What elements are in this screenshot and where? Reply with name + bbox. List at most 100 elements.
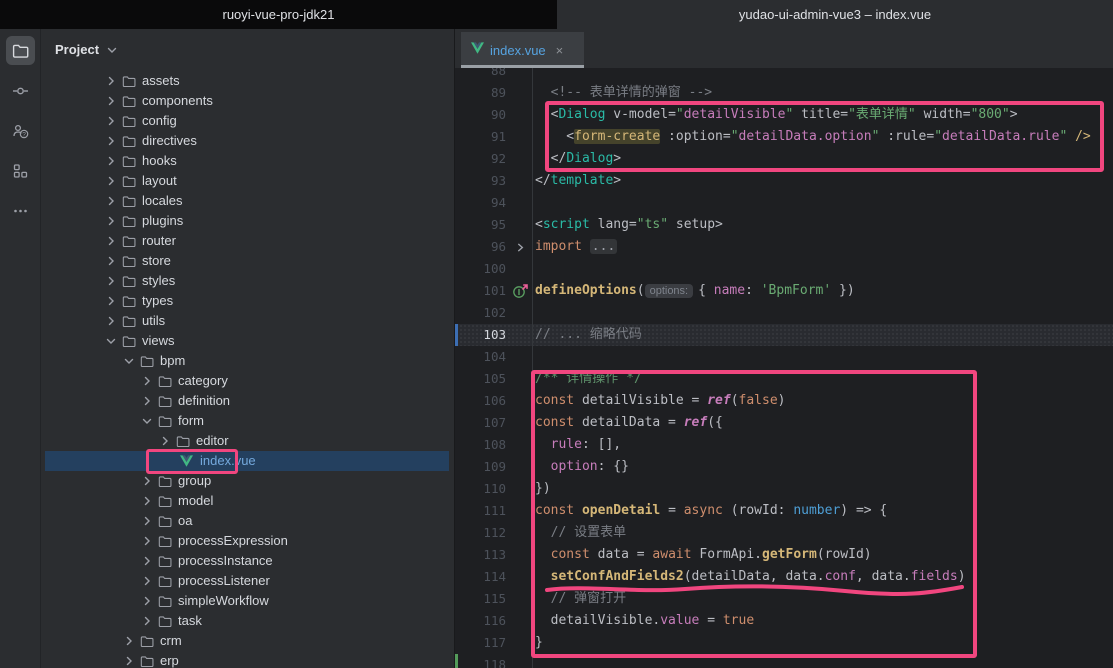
tab-index-vue[interactable]: index.vue × xyxy=(461,32,584,68)
chevron-right-icon[interactable] xyxy=(156,433,174,449)
chevron-right-icon[interactable] xyxy=(120,653,138,668)
code-line-118[interactable]: 118 xyxy=(455,654,1113,668)
define-options-gutter-icon[interactable] xyxy=(510,283,530,299)
tree-item-layout[interactable]: layout xyxy=(41,171,454,191)
code-line-89[interactable]: 89 <!-- 表单详情的弹窗 --> xyxy=(455,82,1113,104)
code-line-90[interactable]: 90 <Dialog v-model="detailVisible" title… xyxy=(455,104,1113,126)
code-line-96[interactable]: 96import ... xyxy=(455,236,1113,258)
tree-item-locales[interactable]: locales xyxy=(41,191,454,211)
chevron-right-icon[interactable] xyxy=(138,553,156,569)
code-line-95[interactable]: 95<script lang="ts" setup> xyxy=(455,214,1113,236)
chevron-down-icon[interactable] xyxy=(102,333,120,349)
chevron-right-icon[interactable] xyxy=(138,473,156,489)
code-line-112[interactable]: 112 // 设置表单 xyxy=(455,522,1113,544)
tree-item-processExpression[interactable]: processExpression xyxy=(41,531,454,551)
tree-item-oa[interactable]: oa xyxy=(41,511,454,531)
fold-arrow-icon[interactable] xyxy=(510,239,530,255)
tree-item-types[interactable]: types xyxy=(41,291,454,311)
code-line-92[interactable]: 92 </Dialog> xyxy=(455,148,1113,170)
chevron-right-icon[interactable] xyxy=(102,73,120,89)
chevron-right-icon[interactable] xyxy=(120,633,138,649)
tree-item-bpm[interactable]: bpm xyxy=(41,351,454,371)
tree-item-styles[interactable]: styles xyxy=(41,271,454,291)
tree-item-plugins[interactable]: plugins xyxy=(41,211,454,231)
code-line-107[interactable]: 107const detailData = ref({ xyxy=(455,412,1113,434)
code-line-93[interactable]: 93</template> xyxy=(455,170,1113,192)
chevron-right-icon[interactable] xyxy=(102,193,120,209)
chevron-right-icon[interactable] xyxy=(102,173,120,189)
tree-item-processInstance[interactable]: processInstance xyxy=(41,551,454,571)
code-line-110[interactable]: 110}) xyxy=(455,478,1113,500)
project-panel-header[interactable]: Project xyxy=(41,29,454,70)
tree-item-store[interactable]: store xyxy=(41,251,454,271)
code-line-106[interactable]: 106const detailVisible = ref(false) xyxy=(455,390,1113,412)
collaboration-icon[interactable]: ? xyxy=(6,116,35,145)
chevron-right-icon[interactable] xyxy=(138,373,156,389)
tree-item-simpleWorkflow[interactable]: simpleWorkflow xyxy=(41,591,454,611)
tree-item-model[interactable]: model xyxy=(41,491,454,511)
code-line-115[interactable]: 115 // 弹窗打开 xyxy=(455,588,1113,610)
chevron-right-icon[interactable] xyxy=(102,313,120,329)
tree-item-editor[interactable]: editor xyxy=(41,431,454,451)
chevron-right-icon[interactable] xyxy=(138,573,156,589)
tree-item-form[interactable]: form xyxy=(41,411,454,431)
tree-item-group[interactable]: group xyxy=(41,471,454,491)
tree-item-directives[interactable]: directives xyxy=(41,131,454,151)
code-line-91[interactable]: 91 <form-create :option="detailData.opti… xyxy=(455,126,1113,148)
code-line-94[interactable]: 94 xyxy=(455,192,1113,214)
tree-item-utils[interactable]: utils xyxy=(41,311,454,331)
chevron-right-icon[interactable] xyxy=(102,133,120,149)
more-icon[interactable] xyxy=(6,196,35,225)
chevron-right-icon[interactable] xyxy=(102,233,120,249)
tree-item-config[interactable]: config xyxy=(41,111,454,131)
chevron-right-icon[interactable] xyxy=(138,593,156,609)
tree-item-definition[interactable]: definition xyxy=(41,391,454,411)
code-editor[interactable]: 8889 <!-- 表单详情的弹窗 -->90 <Dialog v-model=… xyxy=(455,68,1113,668)
tree-item-router[interactable]: router xyxy=(41,231,454,251)
tree-item-category[interactable]: category xyxy=(41,371,454,391)
tree-item-hooks[interactable]: hooks xyxy=(41,151,454,171)
chevron-right-icon[interactable] xyxy=(138,493,156,509)
close-icon[interactable]: × xyxy=(556,44,564,57)
tree-item-erp[interactable]: erp xyxy=(41,651,454,668)
tree-item-index-vue[interactable]: index.vue xyxy=(45,451,449,471)
editor-panel[interactable]: index.vue × 8889 <!-- 表单详情的弹窗 -->90 <Dia… xyxy=(455,29,1113,668)
code-line-111[interactable]: 111const openDetail = async (rowId: numb… xyxy=(455,500,1113,522)
chevron-right-icon[interactable] xyxy=(102,253,120,269)
chevron-right-icon[interactable] xyxy=(102,93,120,109)
code-line-101[interactable]: 101defineOptions(options:{ name: 'BpmFor… xyxy=(455,280,1113,302)
project-folder-icon[interactable] xyxy=(6,36,35,65)
commit-icon[interactable] xyxy=(6,76,35,105)
structure-icon[interactable] xyxy=(6,156,35,185)
chevron-right-icon[interactable] xyxy=(102,113,120,129)
code-line-88[interactable]: 88 xyxy=(455,68,1113,82)
chevron-right-icon[interactable] xyxy=(138,533,156,549)
code-line-100[interactable]: 100 xyxy=(455,258,1113,280)
chevron-right-icon[interactable] xyxy=(102,273,120,289)
chevron-right-icon[interactable] xyxy=(102,293,120,309)
chevron-right-icon[interactable] xyxy=(138,513,156,529)
folded-imports-placeholder[interactable]: ... xyxy=(590,239,617,254)
code-line-113[interactable]: 113 const data = await FormApi.getForm(r… xyxy=(455,544,1113,566)
chevron-right-icon[interactable] xyxy=(102,153,120,169)
code-line-116[interactable]: 116 detailVisible.value = true xyxy=(455,610,1113,632)
code-line-109[interactable]: 109 option: {} xyxy=(455,456,1113,478)
tree-item-components[interactable]: components xyxy=(41,91,454,111)
code-line-108[interactable]: 108 rule: [], xyxy=(455,434,1113,456)
code-line-103[interactable]: 103// ... 缩略代码 xyxy=(455,324,1113,346)
chevron-right-icon[interactable] xyxy=(138,613,156,629)
tree-item-processListener[interactable]: processListener xyxy=(41,571,454,591)
chevron-down-icon[interactable] xyxy=(120,353,138,369)
tree-item-assets[interactable]: assets xyxy=(41,71,454,91)
code-line-117[interactable]: 117} xyxy=(455,632,1113,654)
chevron-right-icon[interactable] xyxy=(102,213,120,229)
chevron-right-icon[interactable] xyxy=(138,393,156,409)
tree-item-views[interactable]: views xyxy=(41,331,454,351)
tree-item-crm[interactable]: crm xyxy=(41,631,454,651)
tree-item-task[interactable]: task xyxy=(41,611,454,631)
code-line-114[interactable]: 114 setConfAndFields2(detailData, data.c… xyxy=(455,566,1113,588)
chevron-down-icon[interactable] xyxy=(138,413,156,429)
code-line-105[interactable]: 105/** 详情操作 */ xyxy=(455,368,1113,390)
code-line-104[interactable]: 104 xyxy=(455,346,1113,368)
code-line-102[interactable]: 102 xyxy=(455,302,1113,324)
